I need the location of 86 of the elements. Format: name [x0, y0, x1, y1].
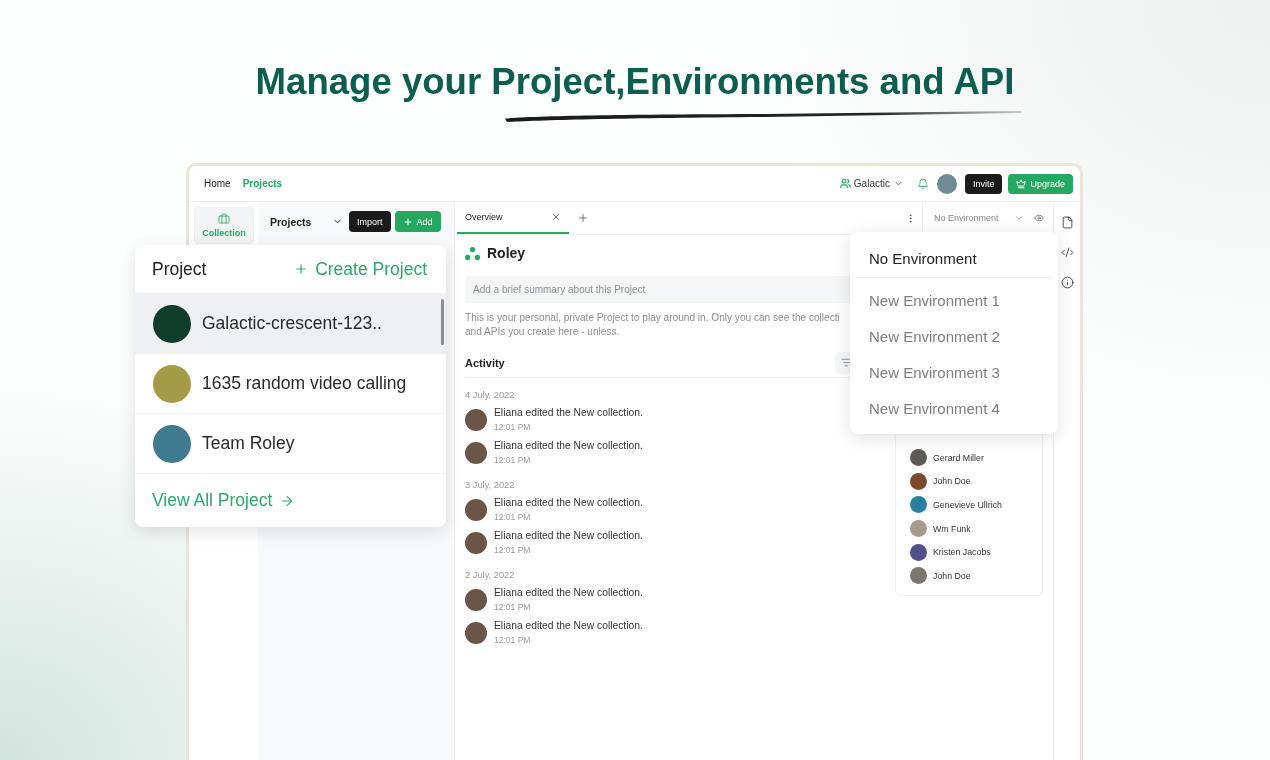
- user-avatar: [910, 543, 927, 561]
- activity-time: 12:01 PM: [494, 545, 531, 556]
- activity-text: Eliana edited the New collection.: [494, 620, 643, 632]
- project-item[interactable]: 1635 random video calling: [135, 353, 446, 413]
- environment-option[interactable]: New Environment 3: [856, 354, 1052, 390]
- user-avatar: [910, 520, 927, 538]
- action-button[interactable]: Add: [394, 211, 441, 232]
- activity-title: Activity: [465, 356, 505, 369]
- plus-icon: [294, 262, 309, 276]
- user-avatar: [465, 499, 487, 521]
- plus-icon: [402, 216, 413, 227]
- user-avatar: [465, 532, 487, 554]
- activity-text: Eliana edited the New collection.: [494, 440, 643, 452]
- close-icon[interactable]: [551, 212, 561, 222]
- project-title: Roley: [487, 245, 526, 261]
- view-all-link[interactable]: View All Project: [152, 490, 296, 511]
- activity-time: 12:01 PM: [494, 512, 531, 523]
- member-name: Gerard Miller: [933, 452, 984, 463]
- user-avatar: [910, 567, 927, 585]
- project-name: Team Roley: [202, 433, 295, 454]
- eye-button[interactable]: [1034, 213, 1044, 223]
- user-avatar: [465, 589, 487, 611]
- user-avatar[interactable]: [936, 173, 957, 194]
- projects-select[interactable]: Projects: [270, 215, 343, 228]
- member-name: John Doe: [933, 476, 971, 487]
- member-name: Genevieve Ullrich: [933, 500, 1002, 510]
- activity-text: Eliana edited the New collection.: [494, 497, 643, 509]
- scrollbar-thumb[interactable]: [441, 299, 444, 345]
- eye-icon: [1034, 213, 1044, 223]
- action-button[interactable]: Upgrade: [1008, 173, 1073, 194]
- user-avatar: [910, 449, 927, 467]
- bell-icon: [916, 177, 929, 190]
- info-icon: [1060, 276, 1074, 289]
- chevron-down-icon: [1014, 213, 1024, 223]
- tab[interactable]: Overview: [457, 202, 569, 234]
- activity-date: 2 July, 2022: [465, 569, 515, 581]
- headline: Manage your Project,Environments and API: [255, 62, 1015, 102]
- member-name: Kristen Jacobs: [933, 547, 991, 558]
- activity-date: 4 July, 2022: [465, 389, 515, 401]
- code-icon: [1060, 246, 1074, 259]
- project-thumbnail: [153, 304, 191, 343]
- activity-text: Eliana edited the New collection.: [494, 587, 643, 599]
- project-thumbnail: [153, 364, 191, 403]
- code-button[interactable]: [1060, 246, 1074, 259]
- activity-text: Eliana edited the New collection.: [494, 530, 643, 542]
- activity-time: 12:01 PM: [494, 602, 531, 613]
- workspace-select[interactable]: Galactic: [839, 178, 904, 189]
- crown-icon: [1016, 178, 1027, 189]
- environment-option[interactable]: No Environment: [856, 232, 1052, 278]
- project-name: Galactic-crescent-123..: [202, 313, 382, 334]
- user-avatar: [465, 622, 487, 644]
- user-avatar: [465, 409, 487, 431]
- environment-select[interactable]: No Environment: [934, 213, 1024, 223]
- member-name: Wm Funk: [933, 523, 971, 534]
- description-text: This is your personal, private Project to play around in. Only you can see the collecti and APIs you create here - unless.: [465, 311, 840, 339]
- briefcase-icon: [218, 213, 230, 225]
- nav-link[interactable]: Projects: [242, 178, 283, 189]
- users-icon: [839, 178, 851, 189]
- plus-icon: [577, 212, 589, 224]
- nav-link[interactable]: Home: [204, 178, 231, 189]
- user-avatar: [465, 442, 487, 464]
- environment-option[interactable]: New Environment 2: [856, 318, 1052, 354]
- project-name: 1635 random video calling: [202, 373, 407, 394]
- activity-text: Eliana edited the New collection.: [494, 407, 643, 419]
- project-item[interactable]: Galactic-crescent-123..: [135, 293, 446, 353]
- environment-option[interactable]: New Environment 4: [856, 390, 1052, 426]
- filter-icon: [840, 357, 852, 368]
- activity-time: 12:01 PM: [494, 422, 531, 433]
- activity-date: 3 July, 2022: [465, 479, 515, 491]
- rail-tab[interactable]: Collection: [194, 207, 254, 244]
- action-button[interactable]: Invite: [964, 173, 1003, 194]
- info-button[interactable]: [1060, 276, 1074, 289]
- activity-time: 12:01 PM: [494, 635, 531, 646]
- action-button[interactable]: Import: [349, 211, 391, 232]
- file-button[interactable]: [1060, 216, 1074, 229]
- notification-button[interactable]: [916, 177, 929, 190]
- create-project-button[interactable]: Create Project: [294, 258, 427, 280]
- user-avatar: [910, 472, 927, 490]
- project-thumbnail: [153, 424, 191, 463]
- three-dots-icon: [465, 246, 480, 260]
- user-avatar: [910, 496, 927, 514]
- popup-title: Project: [152, 258, 207, 280]
- activity-time: 12:01 PM: [494, 455, 531, 466]
- member-name: John Doe: [933, 570, 971, 581]
- file-icon: [1060, 216, 1074, 229]
- project-item[interactable]: Team Roley: [135, 413, 446, 473]
